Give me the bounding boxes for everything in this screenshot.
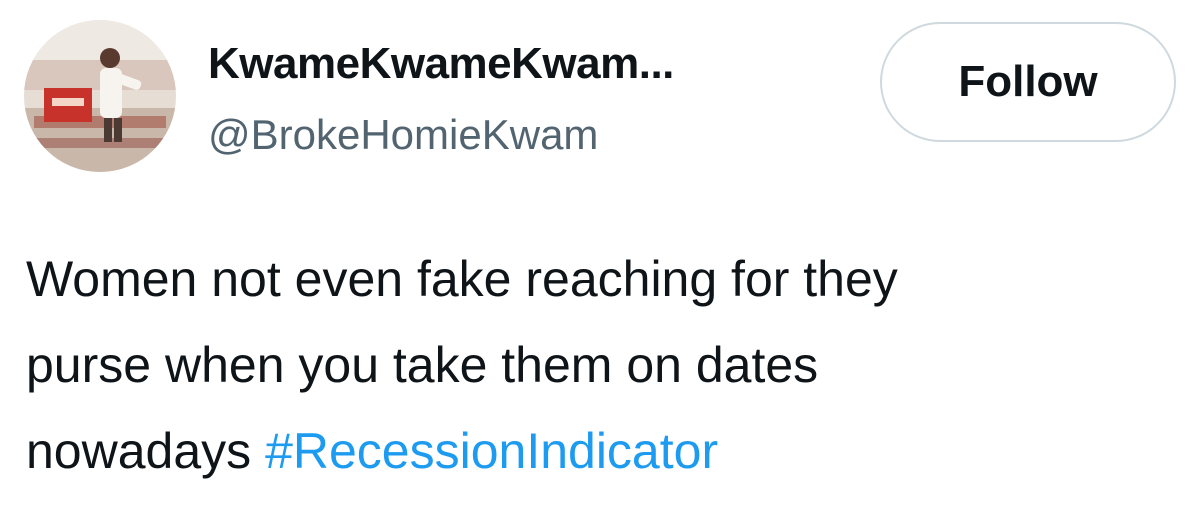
tweet-card: KwameKwameKwam... @BrokeHomieKwam Follow… [0,0,1200,513]
tweet-text-line: purse when you take them on dates [26,337,819,393]
tweet-text-line: Women not even fake reaching for they [26,251,898,307]
profile-photo-icon [24,20,176,172]
user-handle[interactable]: @BrokeHomieKwam [208,109,848,161]
tweet-text-line: nowadays [26,423,252,479]
follow-button[interactable]: Follow [880,22,1176,142]
display-name[interactable]: KwameKwameKwam... [208,36,848,92]
user-info: KwameKwameKwam... @BrokeHomieKwam [208,36,848,161]
avatar[interactable] [24,20,176,172]
tweet-text: Women not even fake reaching for they pur… [26,236,1186,494]
hashtag-link[interactable]: #RecessionIndicator [265,423,718,479]
